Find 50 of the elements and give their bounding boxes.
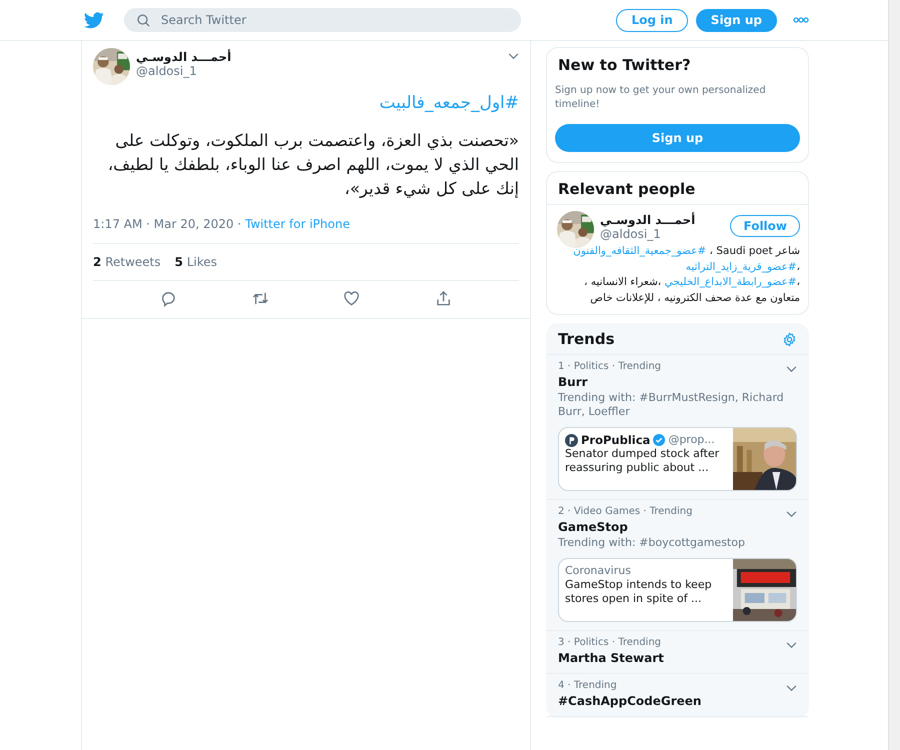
chevron-down-icon[interactable] [786,511,797,518]
account-handle: @prop... [668,433,715,447]
reply-icon[interactable] [160,290,178,307]
heart-icon[interactable] [343,290,360,307]
person-handle: @aldosi_1 [600,227,662,241]
topic-label: Coronavirus [565,564,632,578]
scrollbar[interactable] [888,0,900,750]
tweet-text: «تحصنت بذي العزة، واعتصمت برب الملكوت، وتوكلت على الحي الذي لا يموت، اللهم اصرف عنا الوباء، بلطفك يا لطيف، إنك على كل شيء قدير»، [106,130,519,200]
tweet-timestamp: 1:17 AM · Mar 20, 2020 · [93,217,242,231]
trend-item[interactable]: 1 · Politics · Trending Burr Trending with: #BurrMustResign, Richard Burr, Loeffler ProPublica @prop... Senator dumped stock after reassuring public about ... [547,355,808,500]
trend-item[interactable]: 4 · Trending #CashAppCodeGreen [547,674,808,717]
signup-text: Sign up now to get your own personalized timeline! [555,84,767,112]
trend-item[interactable]: 3 · Politics · Trending Martha Stewart [547,631,808,674]
card-title: Relevant people [547,172,808,205]
chevron-down-icon[interactable] [786,366,797,373]
trend-title: GameStop [558,520,629,534]
tweet-stat[interactable]: 5 Likes [174,255,217,269]
chevron-down-icon[interactable] [508,53,519,60]
card-title: New to Twitter? [557,55,692,76]
tweet-stat[interactable]: 2 Retweets [93,255,161,269]
trend-item[interactable]: 2 · Video Games · Trending GameStop Trending with: #boycottgamestop Coronavirus GameStop intends to keep stores open in spite of ... [547,500,808,631]
news-card[interactable]: ProPublica @prop... Senator dumped stock after reassuring public about ... [558,427,797,491]
author-name: أحمـــد الدوسـي [136,50,232,64]
trend-meta: 4 · Trending [558,680,617,692]
trend-title: Burr [558,375,589,389]
account-name: ProPublica [581,433,650,447]
news-card[interactable]: Coronavirus GameStop intends to keep stores open in spite of ... [558,558,797,622]
trend-meta: 2 · Video Games · Trending [558,506,692,518]
bird-logo-icon[interactable] [84,12,104,28]
author-handle: @aldosi_1 [136,64,198,78]
headline: Senator dumped stock after reassuring public about ... [565,447,720,475]
chevron-down-icon[interactable] [786,642,797,649]
card-title: Trends [558,330,614,348]
trend-subtitle: Trending with: #boycottgamestop [558,536,746,550]
settings-icon[interactable] [782,332,797,346]
trend-meta: 3 · Politics · Trending [558,637,662,649]
trend-title: #CashAppCodeGreen [558,694,702,708]
search-field[interactable]: Search Twitter [124,8,521,32]
more-icon[interactable] [793,17,809,23]
trend-title: Martha Stewart [558,651,665,665]
trend-subtitle: Trending with: #BurrMustResign, Richard Burr, Loeffler [558,391,785,419]
retweet-icon[interactable] [252,290,269,307]
person-bio: شاعر Saudi poet ، #عضو_جمعية_الثقافه_والفنون ،#عضو_قرية_زايد_التراثيه ،#عضو_رابطة_الابداع_الخليجي ،شعراء الانسانيه ، متعاون مع عدة صحف الكترونيه ، للإعلانات خاص [572,244,800,306]
trend-meta: 1 · Politics · Trending [558,361,662,373]
publisher-logo-icon [565,434,578,446]
share-icon[interactable] [434,290,452,307]
search-icon [137,14,150,27]
chevron-down-icon[interactable] [786,685,797,692]
headline: GameStop intends to keep stores open in spite of ... [565,578,713,606]
person-name[interactable]: أحمـــد الدوسـي [600,213,724,227]
